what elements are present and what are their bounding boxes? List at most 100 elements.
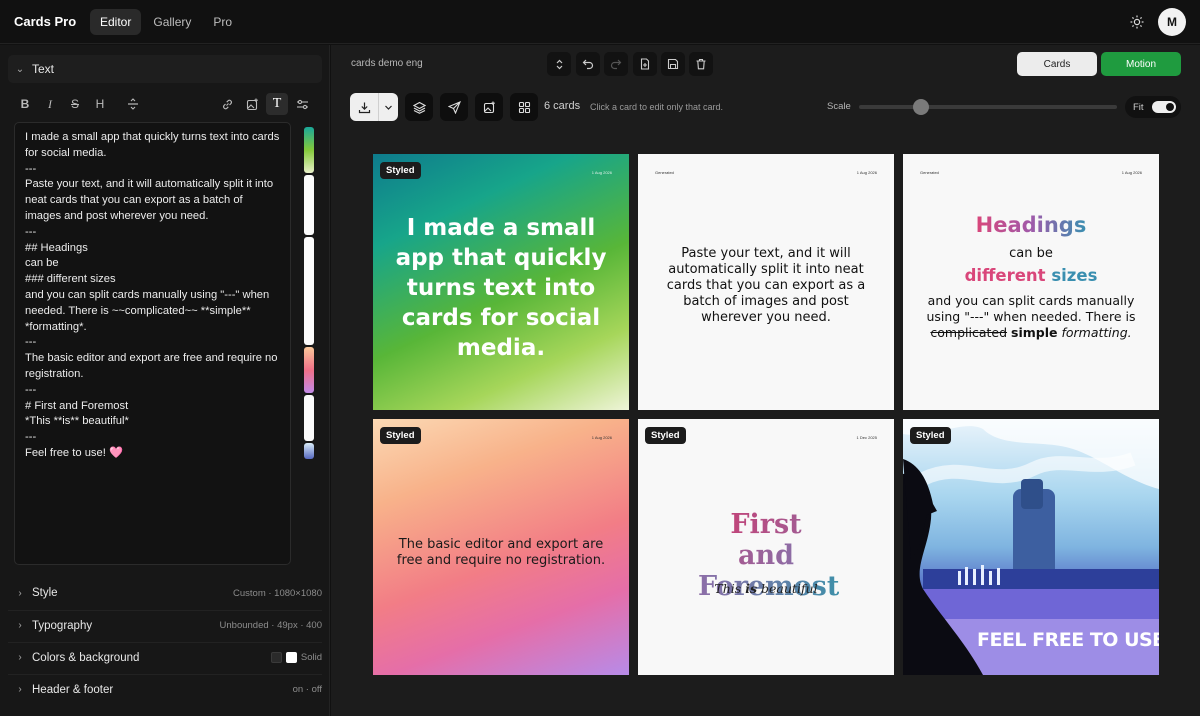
scale-label: Scale [827,101,851,112]
card-2[interactable]: Generated 1 Aug 2026 Paste your text, an… [638,154,894,410]
undo-icon[interactable] [576,52,600,76]
style-section[interactable]: › Style Custom · 1080×1080 [8,578,322,608]
chevron-right-icon: › [18,652,22,663]
export-button[interactable] [350,93,398,121]
typography-label: Typography [32,619,93,632]
thumb-card-5[interactable] [304,395,314,441]
card-subheading: different sizes [919,266,1143,285]
card-5[interactable]: Styled 1 Dec 2025 First and Foremost Thi… [638,419,894,675]
link-icon[interactable] [216,93,238,115]
card-date: 1 Aug 2026 [591,435,612,440]
left-panel: ⌄ Text B I S H T I made a small app that… [0,45,330,716]
trash-icon[interactable] [689,52,713,76]
italic-icon[interactable]: I [39,93,61,115]
fit-toggle[interactable] [1152,101,1176,113]
card-6[interactable]: Styled FEEL FREE TO USE! 🩷 [903,419,1159,675]
image-add-icon[interactable] [475,93,503,121]
new-file-icon[interactable] [633,52,657,76]
settings-sliders-icon[interactable] [291,93,313,115]
scale-slider-track[interactable] [859,105,1117,109]
typography-section[interactable]: › Typography Unbounded · 49px · 400 [8,610,322,640]
card-text: Paste your text, and it will automatical… [666,246,866,325]
text-color-swatch[interactable] [270,652,282,663]
card-1[interactable]: Styled 1 Aug 2026 I made a small app tha… [373,154,629,410]
tab-editor[interactable]: Editor [90,8,142,35]
card-text: FEEL FREE TO USE! 🩷 [977,629,1159,651]
styled-badge: Styled [645,427,686,444]
tab-pro[interactable]: Pro [203,9,242,35]
header-footer-meta: on · off [292,684,322,695]
redo-icon[interactable] [604,52,628,76]
strikethrough-icon[interactable]: S [64,93,86,115]
card-date: 1 Aug 2026 [856,170,877,175]
text-editor[interactable]: I made a small app that quickly turns te… [14,122,291,565]
text-section-header[interactable]: ⌄ Text [8,55,322,83]
card-thumbnails [304,127,314,461]
motion-mode-button[interactable]: Motion [1101,52,1181,76]
subheading-word-2: sizes [1051,266,1098,285]
heading-text: Headings [975,213,1087,237]
theme-toggle-icon[interactable] [1123,8,1151,36]
styled-badge: Styled [910,427,951,444]
grid-icon[interactable] [510,93,538,121]
body-text: and you can split cards manually using "… [926,293,1136,324]
card-4[interactable]: Styled 1 Aug 2026 The basic editor and e… [373,419,629,675]
card-heading: Headings [919,213,1143,237]
card-subtitle: This is beautiful [654,581,878,596]
fit-control[interactable]: Fit [1125,96,1181,118]
colors-section[interactable]: › Colors & background Solid [8,642,322,672]
chevron-right-icon: › [18,684,22,695]
colors-label: Colors & background [32,651,140,664]
card-body: and you can split cards manually using "… [923,293,1139,341]
card-text: I made a small app that quickly turns te… [395,215,607,361]
image-add-icon[interactable] [241,93,263,115]
strikethrough-text: complicated [930,325,1008,340]
format-toolbar: B I S H T [14,93,318,115]
header-footer-label: Header & footer [32,683,114,696]
chevron-down-icon[interactable] [379,103,398,112]
typography-meta: Unbounded · 49px · 400 [219,620,322,631]
fit-label: Fit [1133,101,1144,113]
subtitle-word-1: This [714,581,742,596]
heading-icon[interactable]: H [89,93,111,115]
text-section-label: Text [32,62,55,76]
edit-hint: Click a card to edit only that card. [590,102,724,112]
colors-meta: Solid [270,652,322,663]
thumb-card-6[interactable] [304,443,314,459]
tab-gallery[interactable]: Gallery [143,9,201,35]
bold-icon[interactable]: B [14,93,36,115]
subtitle-bold: is [745,581,757,596]
reorder-icon[interactable] [547,52,571,76]
card-date: 1 Dec 2025 [856,435,877,440]
card-count: 6 cards [544,100,581,112]
bold-text: simple [1011,325,1058,340]
thumb-card-3[interactable] [304,237,314,345]
chevron-right-icon: › [18,587,22,599]
layers-icon[interactable] [405,93,433,121]
italic-text: formatting. [1061,325,1132,340]
style-label: Style [32,587,58,599]
style-meta: Custom · 1080×1080 [233,587,322,599]
project-name[interactable]: cards demo eng [351,58,423,69]
card-generated-label: Generated [655,170,674,175]
chevron-down-icon: ⌄ [15,63,25,75]
background-color-swatch[interactable] [285,652,297,663]
colors-mode: Solid [300,652,322,663]
thumb-card-1[interactable] [304,127,314,173]
text-style-icon[interactable]: T [266,93,288,115]
card-date: 1 Aug 2026 [591,170,612,175]
send-icon[interactable] [440,93,468,121]
save-icon[interactable] [661,52,685,76]
chevron-right-icon: › [18,620,22,631]
card-line: can be [1009,246,1053,261]
styled-badge: Styled [380,162,421,179]
scale-slider-handle[interactable] [912,99,929,115]
thumb-card-2[interactable] [304,175,314,235]
cards-mode-button[interactable]: Cards [1017,52,1097,76]
header-footer-section[interactable]: › Header & footer on · off [8,674,322,704]
thumb-card-4[interactable] [304,347,314,393]
divider-icon[interactable] [122,93,144,115]
card-text: The basic editor and export are free and… [396,537,606,568]
card-3[interactable]: Generated 1 Aug 2026 Headings can be dif… [903,154,1159,410]
avatar[interactable]: M [1158,8,1186,36]
